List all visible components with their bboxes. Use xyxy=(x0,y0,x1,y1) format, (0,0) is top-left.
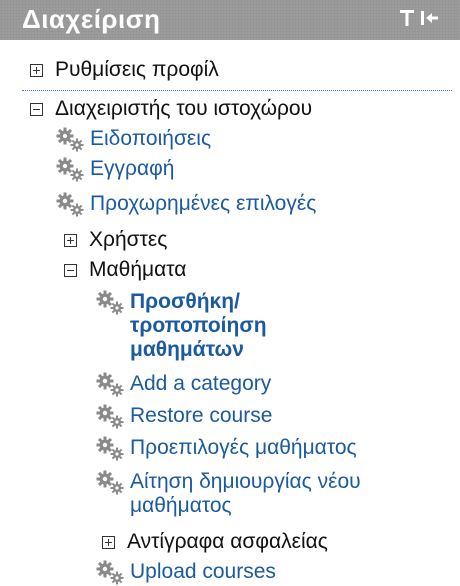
tree-item-label[interactable]: Αντίγραφα ασφαλείας xyxy=(127,530,328,554)
expand-icon[interactable] xyxy=(30,64,43,77)
tree-item-notifications[interactable]: Ειδοποιήσεις xyxy=(56,127,211,153)
tree-item-course-request[interactable]: Αίτηση δημιουργίας νέου μαθήματος xyxy=(96,470,450,518)
gear-icon xyxy=(56,157,84,182)
tree-item-site-admin[interactable]: Διαχειριστής του ιστοχώρου xyxy=(30,97,312,121)
gear-icon xyxy=(56,192,84,217)
tree-item-upload-courses[interactable]: Upload courses xyxy=(96,560,276,586)
expand-icon[interactable] xyxy=(64,234,77,247)
tree-item-course-defaults[interactable]: Προεπιλογές μαθήματος xyxy=(96,436,357,462)
gear-icon xyxy=(96,372,124,397)
tree-item-add-edit-courses[interactable]: Προσθήκη/ τροποποίηση μαθημάτων xyxy=(96,290,300,362)
tree-item-profile-settings[interactable]: Ρυθμίσεις προφίλ xyxy=(30,58,219,82)
tree-item-label[interactable]: Προσθήκη/ τροποποίηση μαθημάτων xyxy=(130,290,300,362)
gear-icon xyxy=(56,127,84,152)
tree-item-label[interactable]: Προχωρημένες επιλογές xyxy=(90,192,316,216)
tree-item-registration[interactable]: Εγγραφή xyxy=(56,157,174,183)
tree-item-backups[interactable]: Αντίγραφα ασφαλείας xyxy=(102,530,328,554)
block-header: Διαχείριση xyxy=(0,0,460,40)
collapse-block-icon[interactable] xyxy=(418,8,440,30)
tree-item-add-category[interactable]: Add a category xyxy=(96,372,271,398)
header-actions xyxy=(398,8,440,30)
tree-item-label[interactable]: Μαθήματα xyxy=(89,258,186,282)
gear-icon xyxy=(96,560,124,585)
collapse-icon[interactable] xyxy=(64,264,77,277)
tree-item-label[interactable]: Προεπιλογές μαθήματος xyxy=(130,436,357,460)
tree-item-courses[interactable]: Μαθήματα xyxy=(64,258,186,282)
gear-icon xyxy=(96,290,124,315)
gear-icon xyxy=(96,404,124,429)
tree-item-label[interactable]: Ειδοποιήσεις xyxy=(90,127,211,151)
dock-icon[interactable] xyxy=(398,8,416,30)
tree-item-label[interactable]: Restore course xyxy=(130,404,272,428)
tree-item-restore-course[interactable]: Restore course xyxy=(96,404,272,430)
tree-item-label[interactable]: Εγγραφή xyxy=(90,157,174,181)
tree-item-label[interactable]: Διαχειριστής του ιστοχώρου xyxy=(55,97,312,121)
tree-item-label[interactable]: Αίτηση δημιουργίας νέου μαθήματος xyxy=(130,470,450,518)
block-title: Διαχείριση xyxy=(22,4,161,34)
tree-item-users[interactable]: Χρήστες xyxy=(64,228,167,252)
expand-icon[interactable] xyxy=(102,536,115,549)
collapse-icon[interactable] xyxy=(30,103,43,116)
divider xyxy=(22,90,452,91)
tree-item-label[interactable]: Upload courses xyxy=(130,560,276,584)
gear-icon xyxy=(96,436,124,461)
gear-icon xyxy=(96,470,124,495)
tree-item-label[interactable]: Add a category xyxy=(130,372,271,396)
tree-item-label[interactable]: Ρυθμίσεις προφίλ xyxy=(55,58,219,82)
tree-item-advanced-features[interactable]: Προχωρημένες επιλογές xyxy=(56,192,316,218)
tree-item-label[interactable]: Χρήστες xyxy=(89,228,167,252)
